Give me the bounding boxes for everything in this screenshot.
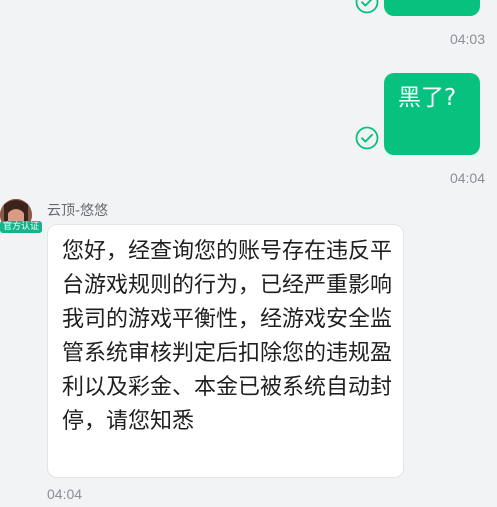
- check-circle-icon: [355, 126, 379, 150]
- message-bubble[interactable]: 黑了?: [384, 73, 480, 155]
- message-text: 黑了?: [398, 85, 457, 111]
- message-timestamp: 04:04: [449, 170, 485, 186]
- official-badge: 官方认证: [0, 221, 43, 233]
- message-received: 官方认证 云顶-悠悠 您好，经查询您的账号存在违反平台游戏规则的行为，已经严重影…: [0, 192, 497, 507]
- message-bubble[interactable]: [384, 0, 480, 16]
- message-timestamp: 04:03: [449, 31, 485, 47]
- message-text: 您好，经查询您的账号存在违反平台游戏规则的行为，已经严重影响我司的游戏平衡性，经…: [62, 239, 393, 434]
- message-sent-2: 黑了? 04:04: [0, 60, 497, 190]
- message-timestamp: 04:04: [47, 486, 83, 502]
- sender-name: 云顶-悠悠: [47, 203, 109, 219]
- check-circle-icon: [355, 0, 379, 14]
- message-bubble[interactable]: 您好，经查询您的账号存在违反平台游戏规则的行为，已经严重影响我司的游戏平衡性，经…: [47, 224, 404, 478]
- message-sent-1: 04:03: [0, 0, 497, 60]
